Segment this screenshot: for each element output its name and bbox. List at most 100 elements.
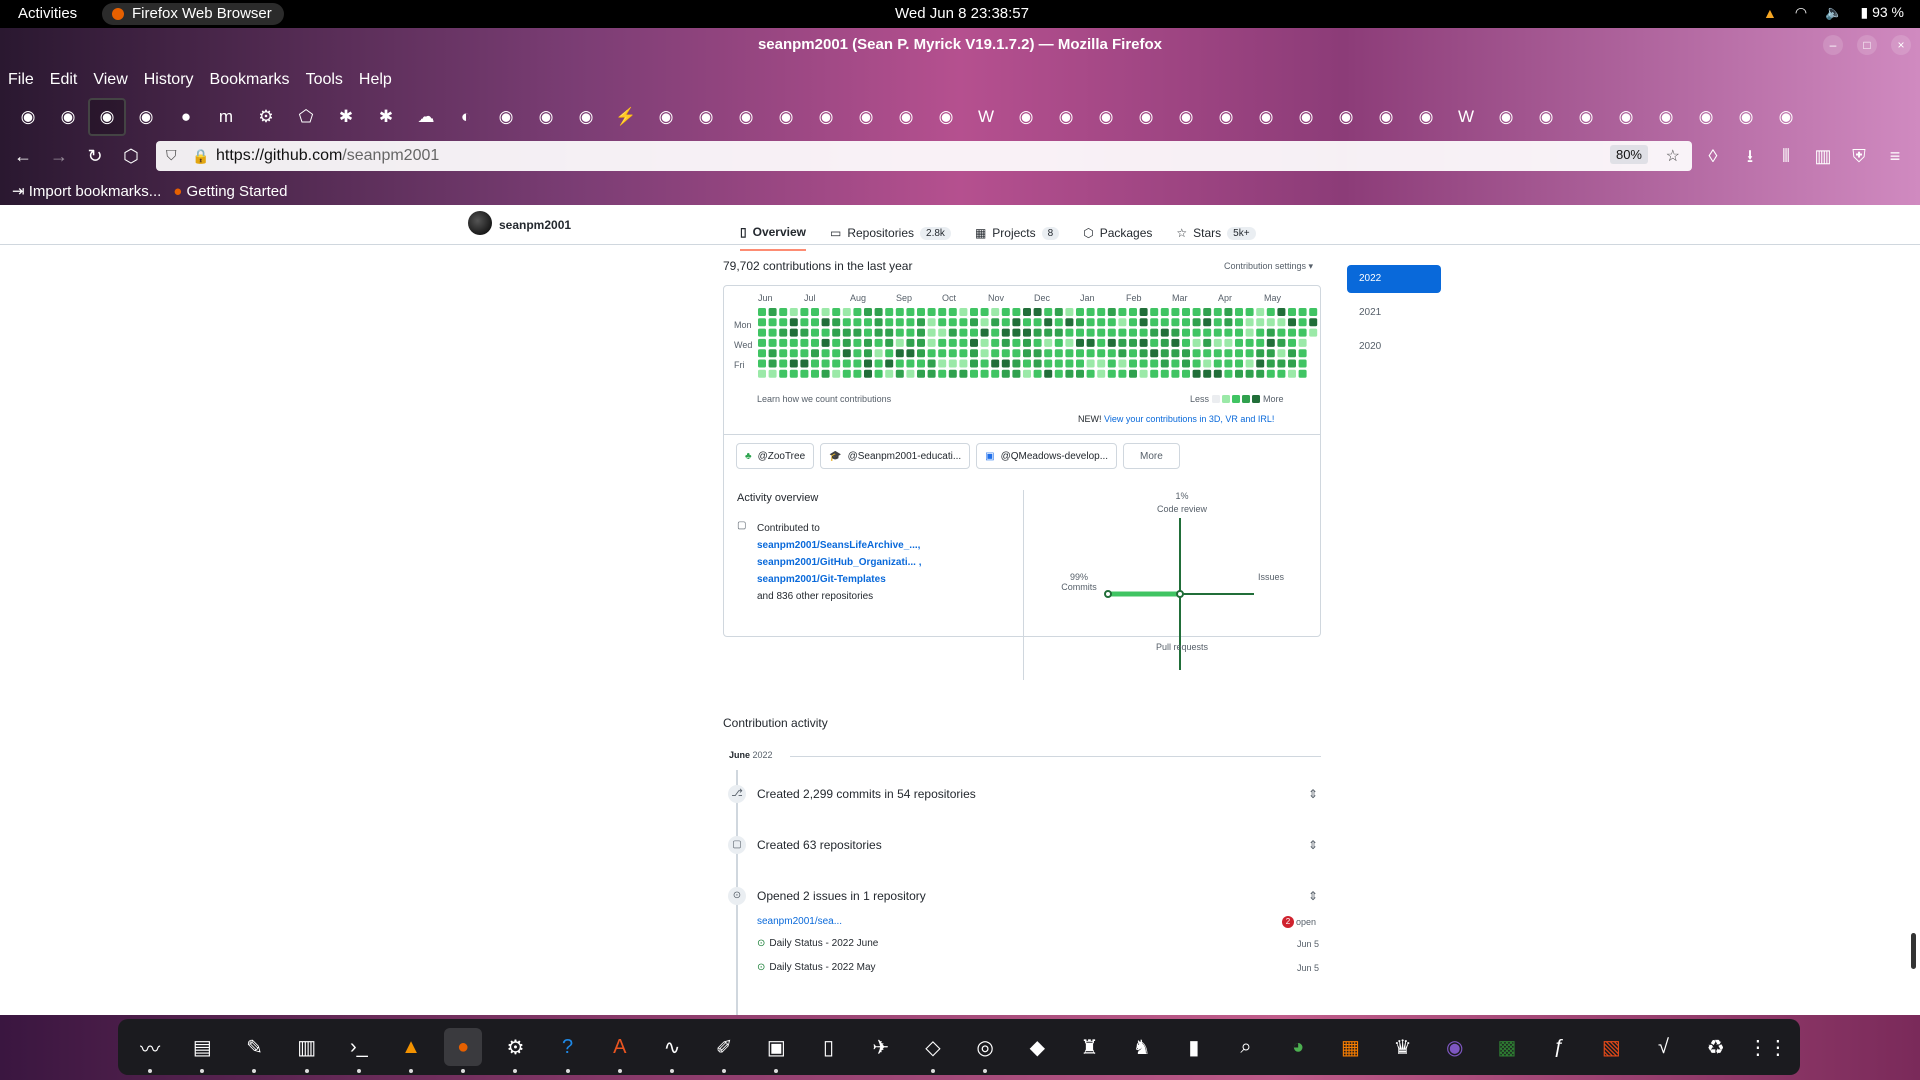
issue-row[interactable]: ⊙ Daily Status - 2022 June — [757, 938, 878, 949]
tracking-protection-icon[interactable]: ⛉ — [166, 147, 177, 164]
contribution-day[interactable] — [917, 338, 925, 347]
contribution-day[interactable] — [1256, 308, 1265, 316]
contribution-day[interactable] — [948, 349, 957, 358]
contribution-day[interactable] — [917, 369, 925, 378]
contribution-day[interactable] — [1224, 318, 1233, 327]
contribution-day[interactable] — [1160, 369, 1169, 378]
contribution-day[interactable] — [1171, 318, 1180, 327]
contribution-day[interactable] — [1065, 328, 1074, 337]
contribution-day[interactable] — [1001, 349, 1010, 358]
tab-github-icon[interactable]: ◉ — [1686, 98, 1726, 136]
contribution-day[interactable] — [864, 308, 872, 316]
expand-icon[interactable]: ⇕ — [1308, 838, 1318, 852]
contribution-day[interactable] — [1171, 359, 1180, 368]
contribution-day[interactable] — [1171, 338, 1180, 347]
contribution-day[interactable] — [1182, 369, 1190, 378]
contribution-day[interactable] — [938, 338, 947, 347]
contribution-day[interactable] — [938, 318, 947, 327]
contribution-day[interactable] — [811, 369, 819, 378]
clock[interactable]: Wed Jun 8 23:38:57 — [895, 5, 1029, 22]
steam-like-icon[interactable]: ♛ — [1384, 1028, 1422, 1066]
contribution-day[interactable] — [1298, 318, 1307, 327]
contribution-day[interactable] — [1245, 328, 1254, 337]
tab-wikipedia-icon[interactable]: W — [1446, 98, 1486, 136]
contribution-day[interactable] — [768, 369, 777, 378]
contribution-day[interactable] — [1033, 369, 1042, 378]
contribution-day[interactable] — [779, 338, 788, 347]
contribution-day[interactable] — [768, 359, 777, 368]
menu-history[interactable]: History — [136, 68, 202, 92]
contribution-day[interactable] — [811, 318, 819, 327]
contribution-day[interactable] — [1012, 349, 1021, 358]
issue-repo-link[interactable]: seanpm2001/sea... — [757, 916, 842, 927]
contribution-day[interactable] — [1033, 328, 1042, 337]
contribution-day[interactable] — [927, 328, 936, 337]
contribution-day[interactable] — [991, 349, 1000, 358]
contribution-day[interactable] — [874, 318, 883, 327]
contribution-day[interactable] — [1054, 338, 1063, 347]
contribution-day[interactable] — [906, 338, 915, 347]
contribution-day[interactable] — [1001, 338, 1010, 347]
contribution-day[interactable] — [906, 328, 915, 337]
contribution-day[interactable] — [948, 338, 957, 347]
tab-github-icon[interactable]: ◉ — [726, 98, 766, 136]
pdf-icon[interactable]: ▦ — [1331, 1028, 1369, 1066]
contribution-day[interactable] — [1256, 349, 1265, 358]
contribution-day[interactable] — [1182, 349, 1190, 358]
contribution-day[interactable] — [895, 349, 904, 358]
contribution-day[interactable] — [1192, 359, 1201, 368]
contribution-day[interactable] — [1245, 308, 1254, 316]
contribution-day[interactable] — [789, 349, 798, 358]
disk-icon[interactable]: ◎ — [966, 1028, 1004, 1073]
contribution-day[interactable] — [1118, 359, 1127, 368]
contribution-day[interactable] — [1235, 308, 1243, 316]
contribution-day[interactable] — [1298, 328, 1307, 337]
contribution-day[interactable] — [853, 349, 862, 358]
menu-tools[interactable]: Tools — [298, 68, 351, 92]
text-editor-icon[interactable]: ✎ — [235, 1028, 273, 1073]
notes-icon[interactable]: ▥ — [288, 1028, 326, 1073]
contribution-day[interactable] — [1288, 359, 1296, 368]
contribution-day[interactable] — [789, 328, 798, 337]
contribution-day[interactable] — [1054, 318, 1063, 327]
contribution-day[interactable] — [1044, 328, 1053, 337]
contribution-day[interactable] — [1097, 349, 1106, 358]
contribution-day[interactable] — [1277, 369, 1286, 378]
contribution-day[interactable] — [1266, 349, 1275, 358]
learn-link[interactable]: Learn how we count contributions — [757, 394, 891, 404]
contribution-day[interactable] — [1224, 338, 1233, 347]
contribution-day[interactable] — [1192, 308, 1201, 316]
contribution-day[interactable] — [1298, 349, 1307, 358]
contribution-day[interactable] — [1203, 328, 1212, 337]
contribution-day[interactable] — [1266, 318, 1275, 327]
help-icon[interactable]: ? — [549, 1028, 587, 1073]
contribution-day[interactable] — [1288, 318, 1296, 327]
contribution-day[interactable] — [758, 318, 766, 327]
contribution-day[interactable] — [874, 308, 883, 316]
contribution-day[interactable] — [970, 338, 978, 347]
contribution-day[interactable] — [758, 359, 766, 368]
contribution-day[interactable] — [1277, 359, 1286, 368]
contribution-day[interactable] — [800, 349, 809, 358]
contribution-day[interactable] — [1160, 308, 1169, 316]
contribution-day[interactable] — [1277, 349, 1286, 358]
contribution-day[interactable] — [1044, 338, 1053, 347]
contribution-day[interactable] — [1213, 338, 1222, 347]
contribution-day[interactable] — [1150, 369, 1159, 378]
contribution-day[interactable] — [1245, 349, 1254, 358]
contribution-day[interactable] — [1213, 308, 1222, 316]
contribution-day[interactable] — [779, 369, 788, 378]
contribution-day[interactable] — [1309, 318, 1318, 327]
contribution-day[interactable] — [864, 338, 872, 347]
document-icon[interactable]: ▯ — [810, 1028, 848, 1066]
contribution-day[interactable] — [1033, 349, 1042, 358]
contribution-day[interactable] — [1266, 359, 1275, 368]
math-icon[interactable]: √ — [1645, 1028, 1683, 1066]
contribution-day[interactable] — [938, 308, 947, 316]
contribution-day[interactable] — [779, 318, 788, 327]
tab-github-icon[interactable]: ◉ — [686, 98, 726, 136]
contribution-day[interactable] — [821, 308, 830, 316]
contribution-day[interactable] — [917, 349, 925, 358]
contribution-day[interactable] — [948, 359, 957, 368]
contribution-day[interactable] — [842, 328, 851, 337]
